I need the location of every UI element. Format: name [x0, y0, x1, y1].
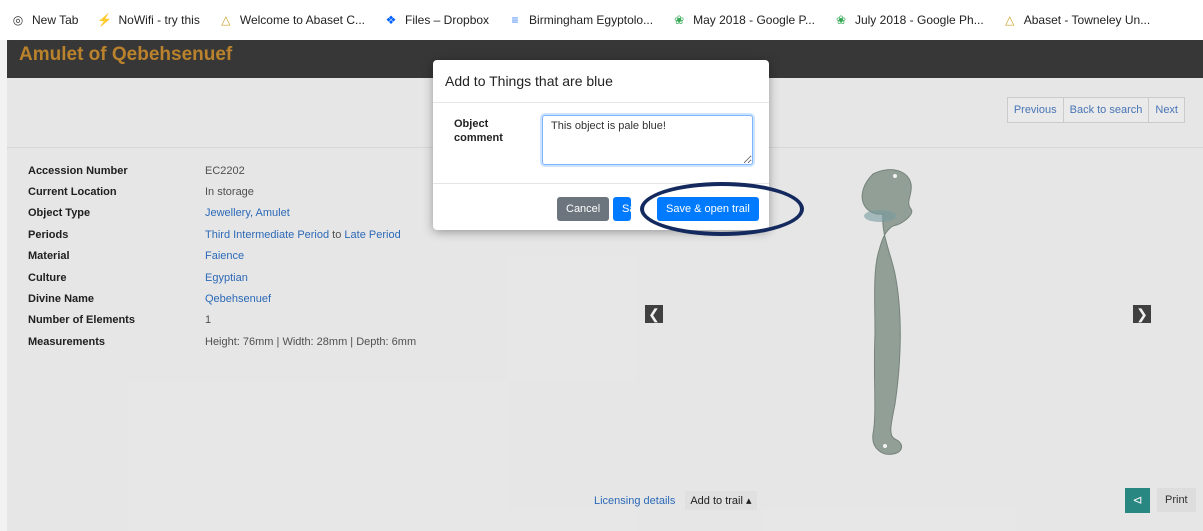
bookmark-label: Files – Dropbox	[405, 13, 490, 27]
dialog-title: Add to Things that are blue	[433, 60, 769, 103]
bookmark-label: Welcome to Abaset C...	[239, 13, 365, 27]
bookmark-item[interactable]: ⚡ NoWifi - try this	[96, 12, 200, 28]
docs-icon: ≡	[511, 13, 519, 27]
bolt-icon: ⚡	[97, 13, 112, 27]
save-button[interactable]: Sa	[613, 197, 635, 221]
globe-icon: ◎	[12, 13, 24, 27]
bookmark-item[interactable]: ◎ New Tab	[10, 12, 79, 28]
highlight-ring	[640, 182, 804, 236]
abaset-icon: △	[1005, 13, 1015, 27]
dialog-body: Object comment	[433, 103, 769, 184]
bookmark-label: Birmingham Egyptolo...	[529, 13, 654, 27]
bookmark-item[interactable]: ≡ Birmingham Egyptolo...	[507, 12, 654, 28]
bookmark-label: May 2018 - Google P...	[693, 13, 815, 27]
dropbox-icon: ❖	[385, 13, 397, 27]
bookmark-label: NoWifi - try this	[118, 13, 200, 27]
bookmark-label: New Tab	[32, 13, 79, 27]
bookmarks-bar: ◎ New Tab ⚡ NoWifi - try this △ Welcome to Ab…	[0, 0, 1203, 40]
photos-icon: ❀	[835, 13, 846, 27]
bookmark-item[interactable]: △ Welcome to Abaset C...	[218, 12, 365, 28]
bookmark-item[interactable]: △ Abaset - Towneley Un...	[1002, 12, 1151, 28]
photos-icon: ❀	[674, 13, 685, 27]
abaset-icon: △	[221, 13, 231, 27]
bookmark-label: July 2018 - Google Ph...	[854, 13, 984, 27]
bookmark-item[interactable]: ❀ May 2018 - Google P...	[671, 12, 815, 28]
bookmark-item[interactable]: ❖ Files – Dropbox	[383, 12, 489, 28]
object-comment-label: Object comment	[454, 118, 503, 144]
cancel-button[interactable]: Cancel	[557, 197, 610, 221]
bookmark-label: Abaset - Towneley Un...	[1023, 13, 1151, 27]
object-comment-input[interactable]	[542, 115, 753, 165]
bookmark-item[interactable]: ❀ July 2018 - Google Ph...	[833, 12, 984, 28]
